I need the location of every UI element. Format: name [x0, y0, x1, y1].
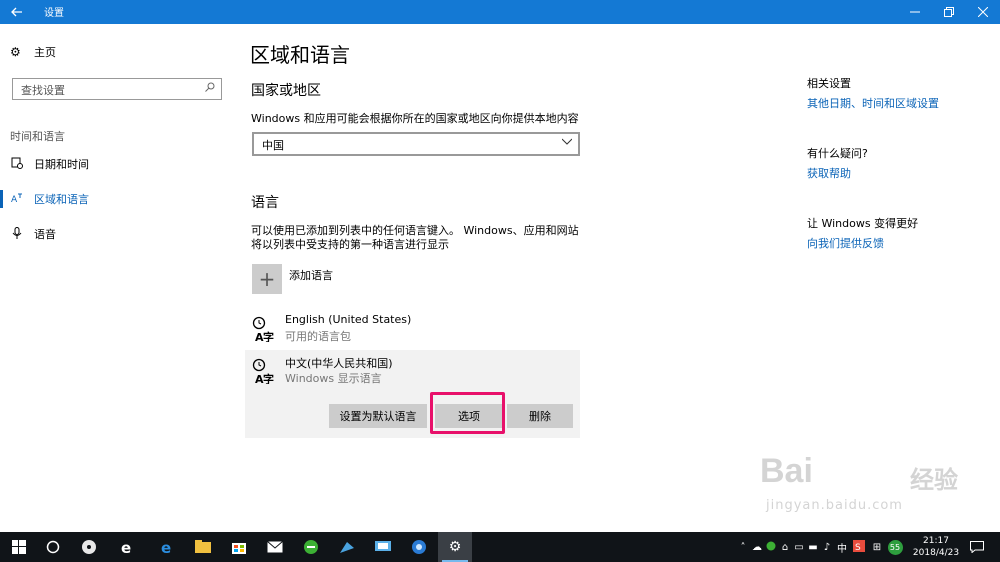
window-title: 设置 [44, 8, 64, 19]
region-language-icon: A [10, 192, 24, 207]
svg-text:字: 字 [263, 330, 274, 342]
display-icon[interactable]: ▭ [792, 542, 806, 553]
nav-home[interactable]: ⚙ 主页 [10, 44, 56, 60]
language-heading: 语言 [251, 194, 279, 210]
country-select[interactable]: 中国 [252, 132, 580, 156]
search-input[interactable]: 查找设置 [12, 78, 222, 100]
search-icon [205, 82, 215, 95]
title-bar: 设置 [0, 0, 1000, 24]
svg-text:A: A [11, 195, 18, 204]
action-center-icon[interactable] [962, 532, 992, 562]
sidebar-item-label: 语音 [34, 228, 56, 241]
remove-button[interactable]: 删除 [507, 404, 573, 428]
feedback-link[interactable]: 向我们提供反馈 [807, 235, 884, 251]
settings-taskbar-icon[interactable]: ⚙ [438, 532, 472, 562]
gear-icon: ⚙ [448, 539, 462, 555]
ie-browser-icon[interactable]: e [110, 532, 144, 562]
system-tray: ˄ ☁ ⌂ ▭ ▬ ♪ 中 S ⊞ 55 [736, 532, 904, 562]
add-language-label: 添加语言 [289, 269, 333, 282]
badge-icon[interactable]: 55 [886, 539, 904, 555]
watermark-url: jingyan.baidu.com [766, 498, 903, 513]
language-sub: 可用的语言包 [285, 330, 351, 343]
highlight-box [430, 392, 505, 434]
task-view-icon[interactable] [72, 532, 106, 562]
sidebar-item-label: 日期和时间 [34, 158, 89, 171]
svg-text:e: e [121, 539, 131, 555]
clock-date: 2018/4/23 [912, 548, 960, 558]
sogou-icon[interactable]: S [850, 539, 868, 555]
svg-text:e: e [161, 539, 171, 555]
country-heading: 国家或地区 [251, 82, 321, 98]
search-placeholder: 查找设置 [21, 84, 65, 97]
language-item-chinese[interactable]: A字 中文(中华人民共和国) Windows 显示语言 设置为默认语言 选项 删… [245, 350, 580, 438]
sidebar-item-speech[interactable]: 语音 [0, 221, 235, 247]
remote-desktop-icon[interactable] [366, 532, 400, 562]
watermark-cn: 经验 [910, 466, 958, 494]
page-title: 区域和语言 [250, 45, 350, 67]
add-language-button[interactable]: + 添加语言 [252, 264, 333, 294]
main-content: 区域和语言 国家或地区 Windows 和应用可能会根据你所在的国家或地区向你提… [245, 24, 790, 532]
cortana-icon[interactable] [36, 532, 70, 562]
clock[interactable]: 21:17 2018/4/23 [910, 535, 962, 559]
sidebar-item-region-language[interactable]: A 区域和语言 [0, 186, 235, 212]
plus-icon: + [252, 264, 282, 294]
edge-browser-icon[interactable]: e [150, 532, 184, 562]
cloud-icon[interactable]: ☁ [750, 542, 764, 553]
active-indicator [0, 190, 3, 208]
microphone-icon [10, 226, 24, 242]
gear-icon: ⚙ [10, 45, 21, 59]
sidebar: ⚙ 主页 查找设置 时间和语言 日期和时间 A 区域和语言 语音 [0, 24, 235, 532]
minimize-icon[interactable] [898, 0, 932, 24]
svg-text:字: 字 [263, 372, 274, 384]
ime-indicator[interactable]: 中 [834, 540, 850, 555]
language-sub: Windows 显示语言 [285, 372, 382, 385]
browser-360-icon[interactable] [294, 532, 328, 562]
badge-count: 55 [887, 539, 903, 555]
language-icon: A字 [251, 316, 277, 344]
start-windows-icon[interactable] [2, 532, 36, 562]
volume-icon[interactable]: ♪ [820, 542, 834, 553]
language-icon: A字 [251, 358, 277, 386]
improve-heading: 让 Windows 变得更好 [807, 217, 919, 230]
language-name: 中文(中华人民共和国) [285, 357, 393, 370]
taskbar: e e ⚙ ˄ ☁ ⌂ ▭ ▬ ♪ 中 S ⊞ 55 21:17 2018/4/… [0, 532, 1000, 562]
sidebar-item-date-time[interactable]: 日期和时间 [0, 151, 235, 177]
set-default-button[interactable]: 设置为默认语言 [329, 404, 427, 428]
other-date-time-region-link[interactable]: 其他日期、时间和区域设置 [807, 95, 939, 111]
back-arrow-icon[interactable] [0, 0, 34, 24]
security-icon[interactable] [764, 541, 778, 554]
nav-home-label: 主页 [34, 46, 56, 59]
language-item-english[interactable]: A字 English (United States) 可用的语言包 [245, 308, 580, 348]
question-heading: 有什么疑问? [807, 147, 868, 160]
power-icon[interactable]: ▬ [806, 542, 820, 553]
calendar-clock-icon [10, 157, 24, 172]
app-globe-icon[interactable] [402, 532, 436, 562]
get-help-link[interactable]: 获取帮助 [807, 165, 851, 181]
close-icon[interactable] [966, 0, 1000, 24]
related-heading: 相关设置 [807, 77, 851, 90]
section-label: 时间和语言 [10, 130, 65, 143]
store-icon[interactable] [222, 532, 256, 562]
language-name: English (United States) [285, 313, 412, 326]
maximize-icon[interactable] [932, 0, 966, 24]
chevron-down-icon [561, 136, 573, 149]
language-description: 可以使用已添加到列表中的任何语言键入。 Windows、应用和网站将以列表中受支… [251, 224, 579, 251]
sidebar-item-label: 区域和语言 [34, 193, 89, 206]
grid-icon[interactable]: ⊞ [868, 542, 886, 553]
file-explorer-icon[interactable] [186, 532, 220, 562]
country-description: Windows 和应用可能会根据你所在的国家或地区向你提供本地内容 [251, 112, 579, 125]
chevron-up-icon[interactable]: ˄ [736, 542, 750, 553]
baidu-watermark: Bai 经验 jingyan.baidu.com [760, 452, 970, 522]
network-icon[interactable]: ⌂ [778, 542, 792, 553]
svg-text:S: S [855, 543, 861, 552]
clock-time: 21:17 [923, 536, 949, 546]
mail-icon[interactable] [258, 532, 292, 562]
app-icon[interactable] [330, 532, 364, 562]
watermark-brand: Bai [760, 452, 813, 490]
country-select-value: 中国 [262, 139, 284, 152]
